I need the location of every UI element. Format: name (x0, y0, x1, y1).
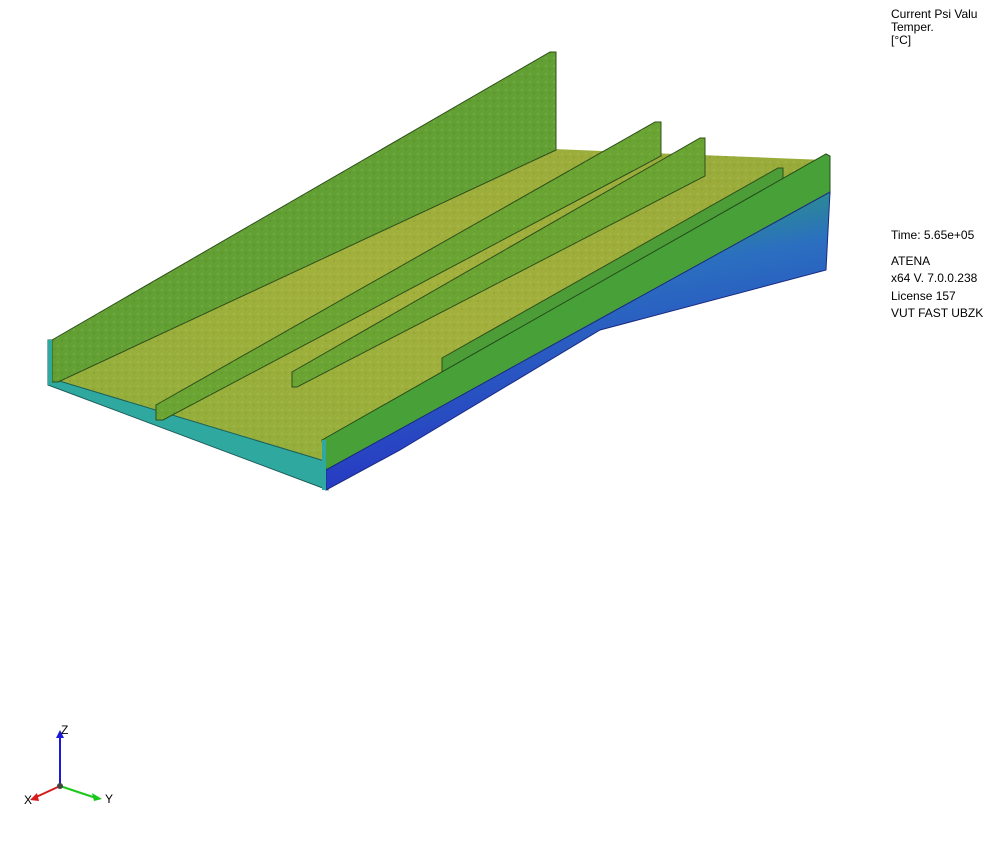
triad-origin (57, 783, 63, 789)
license-text: License 157 (891, 288, 956, 303)
organization-text: VUT FAST UBZK (891, 306, 984, 320)
app-name: ATENA (891, 253, 931, 268)
x-axis (33, 785, 61, 799)
version-text: x64 V. 7.0.0.238 (891, 271, 978, 285)
y-axis-label: Y (105, 792, 113, 806)
z-axis-label: Z (61, 723, 68, 737)
axis-triad: Z Y X (24, 723, 113, 807)
y-axis (59, 785, 97, 799)
x-axis-label: X (24, 793, 32, 807)
color-legend: Current Psi Valu Temper. [°C] 72.365.358… (891, 8, 987, 47)
legend-unit: [°C] (891, 33, 912, 47)
time-readout: Time: 5.65e+05 (891, 228, 975, 242)
y-arrow-icon (92, 793, 102, 801)
info-panel: Time: 5.65e+05 ATENA x64 V. 7.0.0.238 Li… (891, 227, 983, 323)
model-viewport[interactable] (0, 0, 987, 845)
